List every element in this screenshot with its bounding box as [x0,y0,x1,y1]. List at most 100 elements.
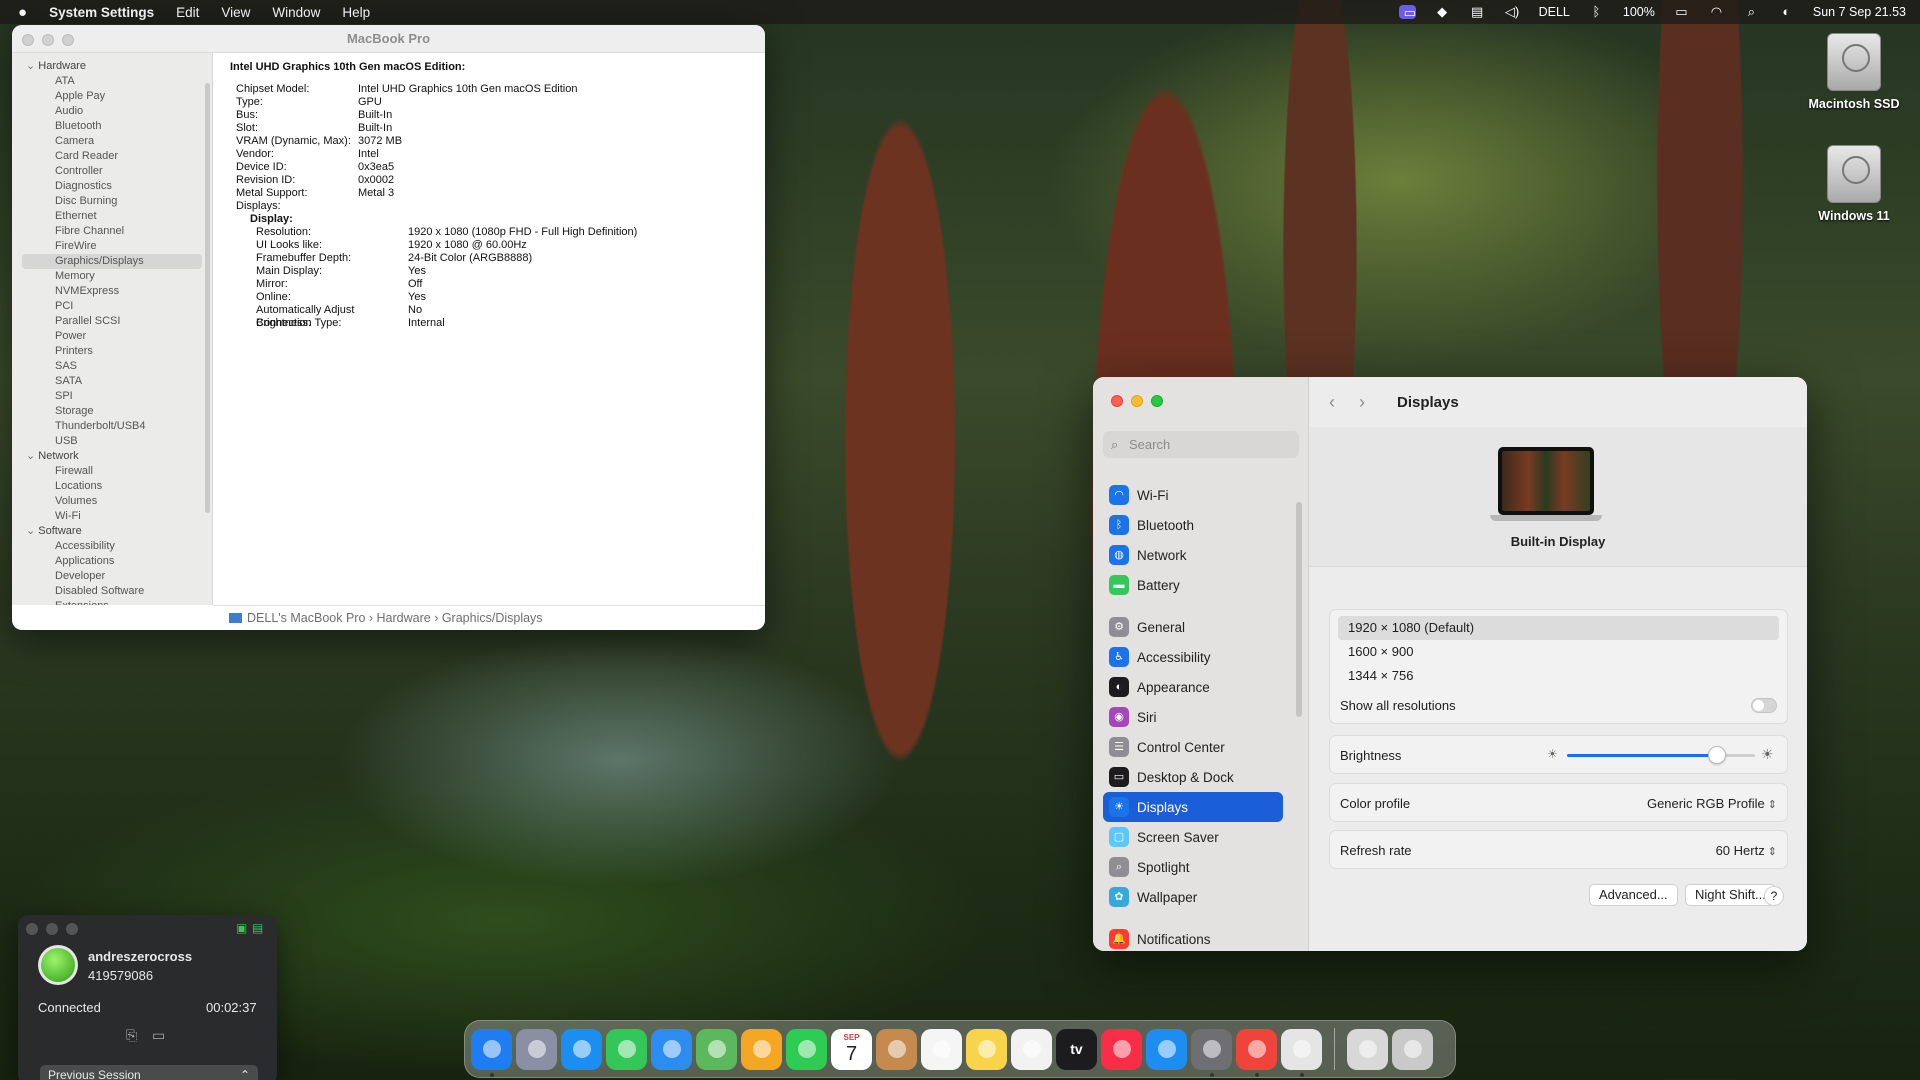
battery-icon[interactable]: ▭ [1673,5,1690,19]
screen-share-icon[interactable]: ▭ [1398,5,1416,20]
desktop-icon-windows-11[interactable]: Windows 11 [1799,145,1909,223]
menu-edit[interactable]: Edit [176,5,199,20]
sidebar-item-notifications[interactable]: 🔔 Notifications [1103,924,1283,951]
sidebar-item-power[interactable]: Power [12,329,212,344]
color-profile-select[interactable]: Generic RGB Profile [1647,796,1777,811]
sidebar-item-control-center[interactable]: ☰ Control Center [1103,732,1283,762]
resolution-option[interactable]: 1600 × 900 [1338,640,1779,664]
anydesk-status-icon[interactable]: ◆ [1434,5,1451,19]
sidebar-item-memory[interactable]: Memory [12,269,212,284]
sidebar-item-spi[interactable]: SPI [12,389,212,404]
sidebar-item-disc-burning[interactable]: Disc Burning [12,194,212,209]
sidebar-item-diagnostics[interactable]: Diagnostics [12,179,212,194]
dock-system-settings[interactable] [1191,1028,1232,1077]
sidebar-item-parallel-scsi[interactable]: Parallel SCSI [12,314,212,329]
breadcrumb-item[interactable]: DELL's MacBook Pro [247,611,365,625]
brightness-knob[interactable] [1708,746,1727,764]
dock-reminders[interactable] [921,1028,962,1070]
message-icon[interactable]: ▭ [152,1027,165,1044]
dock-anydesk[interactable] [1236,1028,1277,1077]
minimize-button[interactable] [1131,395,1143,407]
sidebar-item-graphics-displays[interactable]: Graphics/Displays [22,254,202,269]
chat-icon[interactable]: ▤ [252,921,263,935]
dock-calendar[interactable]: SEP 7 [831,1028,872,1070]
sidebar-group-network[interactable]: Network [12,449,212,464]
help-button[interactable]: ? [1764,886,1784,906]
dock-photos[interactable] [741,1028,782,1070]
sidebar-item-applications[interactable]: Applications [12,554,212,569]
sidebar-item-bluetooth[interactable]: Bluetooth [12,119,212,134]
sidebar-item-storage[interactable]: Storage [12,404,212,419]
sidebar-item-printers[interactable]: Printers [12,344,212,359]
sidebar-item-developer[interactable]: Developer [12,569,212,584]
search-input[interactable]: ⌕ Search [1103,431,1299,458]
sidebar-item-locations[interactable]: Locations [12,479,212,494]
sidebar-item-wi-fi[interactable]: Wi-Fi [12,509,212,524]
user-menu[interactable]: DELL [1539,5,1570,19]
back-chevron-icon[interactable]: ‹ [1329,392,1335,413]
sidebar-item-accessibility[interactable]: ♿ Accessibility [1103,642,1283,672]
sidebar-item-bluetooth[interactable]: ᛒ Bluetooth [1103,510,1283,540]
show-all-toggle[interactable] [1751,697,1777,713]
brightness-slider[interactable]: ☀ ☀ [1547,746,1777,764]
sidebar-item-displays[interactable]: ☀ Displays [1103,792,1283,822]
sidebar-item-appearance[interactable]: ◐ Appearance [1103,672,1283,702]
dock-launchpad[interactable] [516,1028,557,1070]
desktop-icon-macintosh-ssd[interactable]: Macintosh SSD [1799,33,1909,111]
dock-finder[interactable] [471,1028,512,1077]
dock-safari[interactable] [561,1028,602,1070]
sidebar-item-usb[interactable]: USB [12,434,212,449]
dock-app-store[interactable] [1146,1028,1187,1070]
advanced-button[interactable]: Advanced... [1589,884,1678,906]
sidebar-item-network[interactable]: ◍ Network [1103,540,1283,570]
dock-maps[interactable] [696,1028,737,1070]
sidebar-item-firewall[interactable]: Firewall [12,464,212,479]
sidebar-item-ata[interactable]: ATA [12,74,212,89]
lock-icon[interactable]: ▣ [236,921,247,935]
sidebar-item-camera[interactable]: Camera [12,134,212,149]
dock-tv[interactable]: tv [1056,1028,1097,1070]
dock-mail[interactable] [651,1028,692,1070]
sidebar-item-siri[interactable]: ◉ Siri [1103,702,1283,732]
minimize-button[interactable] [42,34,54,46]
night-shift-button[interactable]: Night Shift... [1685,884,1776,906]
sidebar-item-volumes[interactable]: Volumes [12,494,212,509]
apple-menu-icon[interactable]: ● [18,4,27,21]
sidebar-item-firewire[interactable]: FireWire [12,239,212,254]
dock-messages[interactable] [606,1028,647,1070]
minimize-button[interactable] [46,923,58,935]
dock-facetime[interactable] [786,1028,827,1070]
laptop-icon[interactable] [1490,447,1602,527]
sidebar-item-wi-fi[interactable]: ◠ Wi-Fi [1103,480,1283,510]
dock-printer[interactable] [1281,1028,1322,1077]
sidebar-item-thunderbolt-usb4[interactable]: Thunderbolt/USB4 [12,419,212,434]
menu-help[interactable]: Help [342,5,370,20]
sidebar-item-sata[interactable]: SATA [12,374,212,389]
menu-window[interactable]: Window [272,5,320,20]
sidebar-item-extensions[interactable]: Extensions [12,599,212,605]
close-button[interactable] [1111,395,1123,407]
file-transfer-icon[interactable]: ⎘ [126,1027,137,1044]
refresh-rate-select[interactable]: 60 Hertz [1716,843,1777,858]
sidebar-item-desktop-dock[interactable]: ▭ Desktop & Dock [1103,762,1283,792]
menu-clock[interactable]: Sun 7 Sep 21.53 [1813,5,1906,19]
close-button[interactable] [22,34,34,46]
dock-music[interactable] [1101,1028,1142,1070]
sidebar-item-battery[interactable]: ▬ Battery [1103,570,1283,600]
resolution-option[interactable]: 1344 × 756 [1338,664,1779,688]
sidebar-item-ethernet[interactable]: Ethernet [12,209,212,224]
sidebar-item-card-reader[interactable]: Card Reader [12,149,212,164]
zoom-button[interactable] [1151,395,1163,407]
breadcrumb-item[interactable]: Hardware [377,611,431,625]
sidebar-item-wallpaper[interactable]: ✿ Wallpaper [1103,882,1283,912]
previous-session-dropdown[interactable]: Previous Session ⌃ [40,1065,258,1080]
sidebar-item-sas[interactable]: SAS [12,359,212,374]
sidebar-item-general[interactable]: ⚙ General [1103,612,1283,642]
sidebar-item-apple-pay[interactable]: Apple Pay [12,89,212,104]
app-menu[interactable]: System Settings [49,5,154,20]
activity-monitor-icon[interactable]: ▤ [1469,5,1486,19]
control-center-icon[interactable]: ◐ [1778,5,1795,19]
resolution-option[interactable]: 1920 × 1080 (Default) [1338,616,1779,640]
zoom-button[interactable] [62,34,74,46]
zoom-button[interactable] [66,923,78,935]
